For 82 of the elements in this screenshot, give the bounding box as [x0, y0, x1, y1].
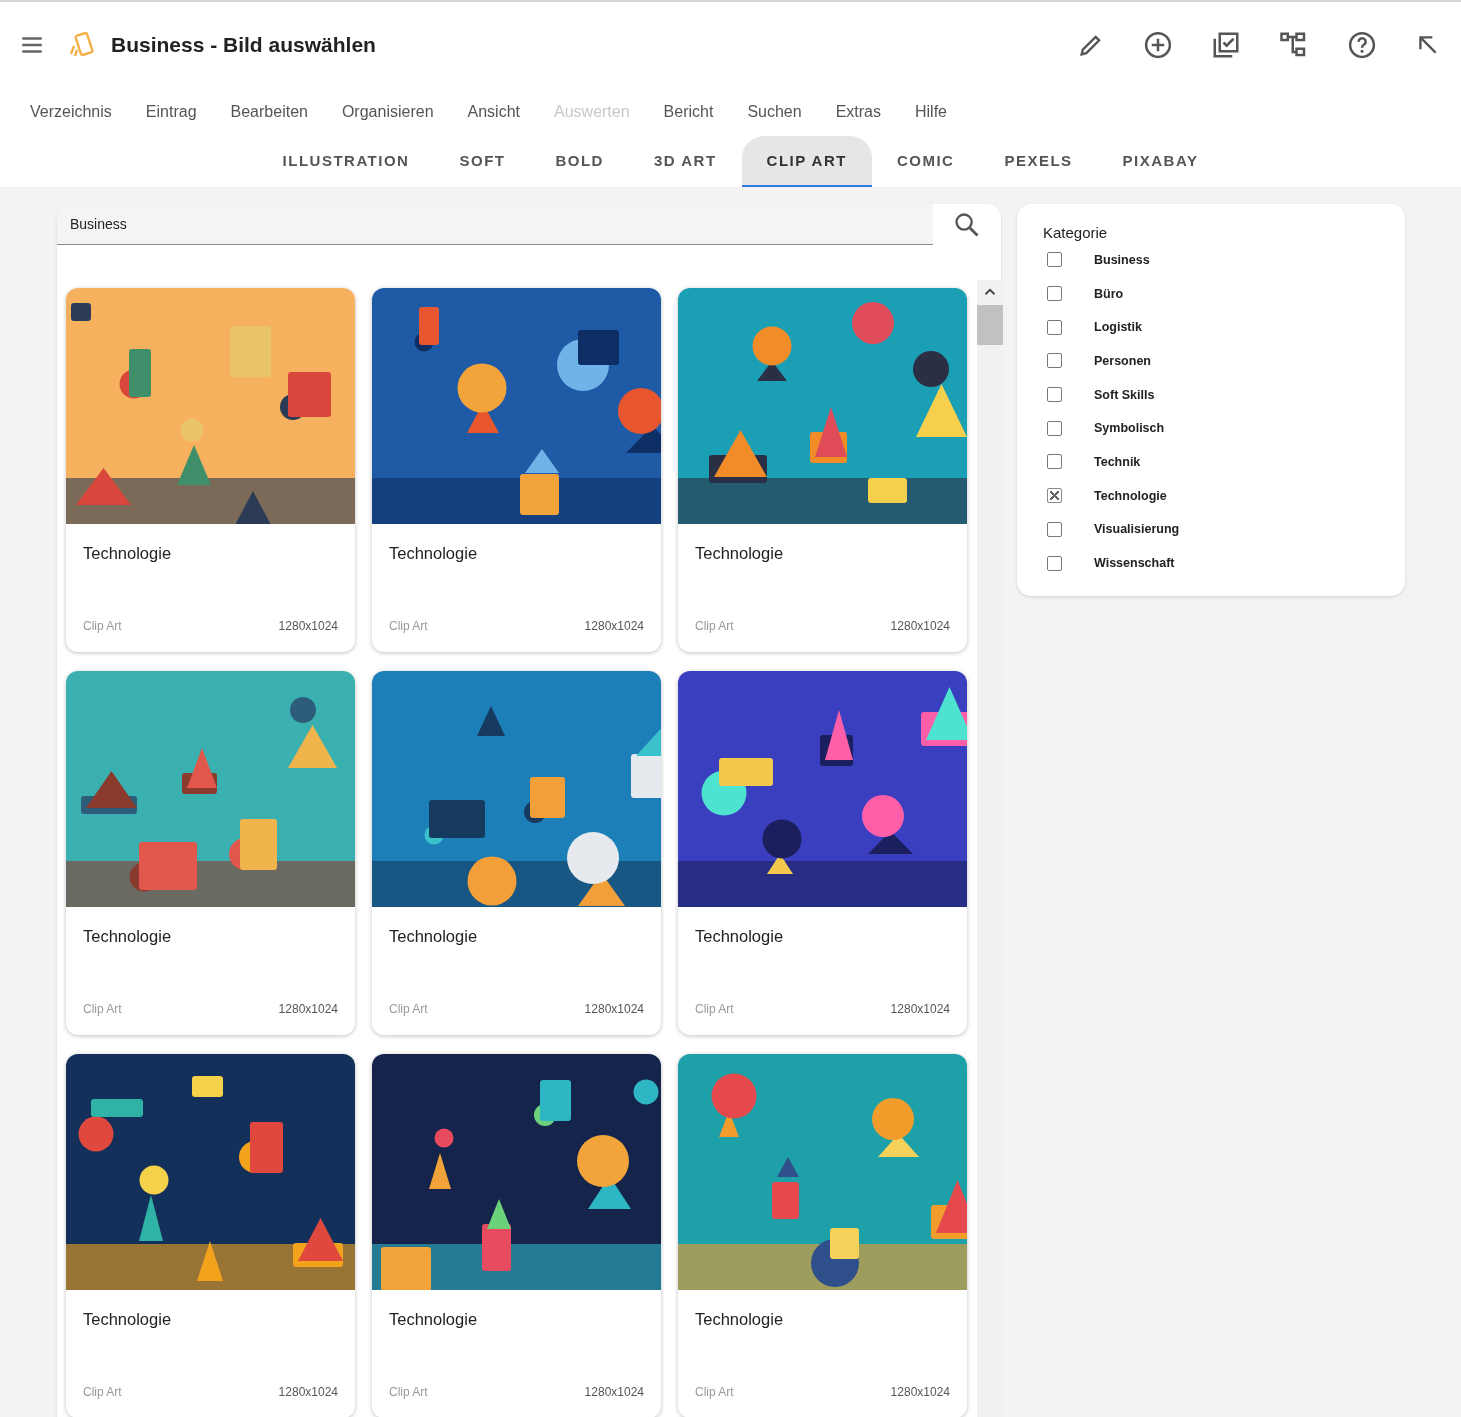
- checkbox[interactable]: [1047, 252, 1062, 268]
- image-size: 1280x1024: [890, 619, 950, 633]
- checklist-icon[interactable]: [1211, 30, 1241, 60]
- card-title: Technologie: [695, 927, 785, 946]
- tab[interactable]: SOFT: [434, 136, 531, 187]
- menu-item[interactable]: Bericht: [647, 103, 730, 121]
- menu-item[interactable]: Bearbeiten: [214, 103, 324, 121]
- style-label: Clip Art: [695, 619, 734, 633]
- style-label: Clip Art: [83, 1002, 122, 1016]
- card-title: Technologie: [695, 1310, 785, 1329]
- filter-title: Kategorie: [1043, 224, 1109, 241]
- category-label: Visualisierung: [1094, 522, 1180, 537]
- image-size: 1280x1024: [278, 619, 338, 633]
- image-card[interactable]: Technologie Clip Art 1280x1024: [66, 671, 355, 1035]
- tab[interactable]: ILLUSTRATION: [257, 136, 435, 187]
- menu-item[interactable]: Verzeichnis: [14, 103, 128, 121]
- tab[interactable]: PIXABAY: [1097, 136, 1224, 187]
- scrollbar-thumb[interactable]: [977, 305, 1003, 345]
- tab[interactable]: BOLD: [530, 136, 629, 187]
- scrollbar[interactable]: [977, 280, 1003, 1417]
- category-label: Logistik: [1094, 320, 1142, 335]
- tab[interactable]: CLIP ART: [741, 136, 872, 187]
- menu-item[interactable]: Hilfe: [899, 103, 963, 121]
- card-title: Technologie: [83, 1310, 173, 1329]
- category-label: Technik: [1094, 454, 1141, 469]
- card-title: Technologie: [83, 927, 173, 946]
- checkbox[interactable]: [1047, 387, 1062, 403]
- search-field[interactable]: Business: [57, 204, 933, 245]
- image-size: 1280x1024: [584, 1002, 644, 1016]
- category-label: Business: [1094, 252, 1150, 267]
- style-label: Clip Art: [389, 1385, 428, 1399]
- image-size: 1280x1024: [278, 1002, 338, 1016]
- category-label: Büro: [1094, 286, 1124, 301]
- tab[interactable]: COMIC: [871, 136, 980, 187]
- image-card[interactable]: Technologie Clip Art 1280x1024: [66, 1054, 355, 1417]
- card-title: Technologie: [389, 544, 479, 563]
- style-label: Clip Art: [83, 619, 122, 633]
- style-label: Clip Art: [389, 619, 428, 633]
- image-card[interactable]: Technologie Clip Art 1280x1024: [372, 671, 661, 1035]
- card-title: Technologie: [695, 544, 785, 563]
- image-card[interactable]: Technologie Clip Art 1280x1024: [678, 1054, 967, 1417]
- image-size: 1280x1024: [890, 1385, 950, 1399]
- image-size: 1280x1024: [278, 1385, 338, 1399]
- image-size: 1280x1024: [584, 619, 644, 633]
- card-title: Technologie: [389, 1310, 479, 1329]
- tab[interactable]: PEXELS: [979, 136, 1098, 187]
- add-circle-icon[interactable]: [1143, 30, 1173, 60]
- checkbox[interactable]: [1047, 420, 1062, 436]
- menu-item[interactable]: Extras: [819, 103, 897, 121]
- image-card[interactable]: Technologie Clip Art 1280x1024: [372, 288, 661, 652]
- image-card[interactable]: Technologie Clip Art 1280x1024: [678, 288, 967, 652]
- menu-item[interactable]: Ansicht: [451, 103, 536, 121]
- image-card[interactable]: Technologie Clip Art 1280x1024: [372, 1054, 661, 1417]
- image-card[interactable]: Technologie Clip Art 1280x1024: [678, 671, 967, 1035]
- checkbox[interactable]: [1047, 286, 1062, 302]
- menu-item[interactable]: Suchen: [731, 103, 818, 121]
- checkbox[interactable]: [1047, 353, 1062, 369]
- search-icon[interactable]: [953, 210, 981, 239]
- style-label: Clip Art: [695, 1002, 734, 1016]
- checkbox[interactable]: [1047, 319, 1062, 335]
- checkbox[interactable]: [1047, 521, 1062, 537]
- help-icon[interactable]: [1347, 30, 1377, 60]
- style-label: Clip Art: [695, 1385, 734, 1399]
- card-title: Technologie: [389, 927, 479, 946]
- image-size: 1280x1024: [584, 1385, 644, 1399]
- style-label: Clip Art: [389, 1002, 428, 1016]
- menu-item[interactable]: Organisieren: [325, 103, 450, 121]
- category-label: Wissenschaft: [1094, 556, 1175, 571]
- checkbox[interactable]: [1047, 555, 1062, 571]
- tab[interactable]: 3D ART: [628, 136, 742, 187]
- checkbox[interactable]: [1047, 454, 1062, 470]
- window-title: Business - Bild auswählen: [111, 33, 376, 57]
- card-title: Technologie: [83, 544, 173, 563]
- image-card[interactable]: Technologie Clip Art 1280x1024: [66, 288, 355, 652]
- category-label: Technologie: [1094, 488, 1167, 503]
- style-label: Clip Art: [83, 1385, 122, 1399]
- checkbox[interactable]: [1047, 488, 1062, 504]
- category-label: Personen: [1094, 353, 1151, 368]
- image-size: 1280x1024: [890, 1002, 950, 1016]
- category-label: Soft Skills: [1094, 387, 1155, 402]
- menu-item[interactable]: Eintrag: [129, 103, 213, 121]
- category-label: Symbolisch: [1094, 421, 1165, 436]
